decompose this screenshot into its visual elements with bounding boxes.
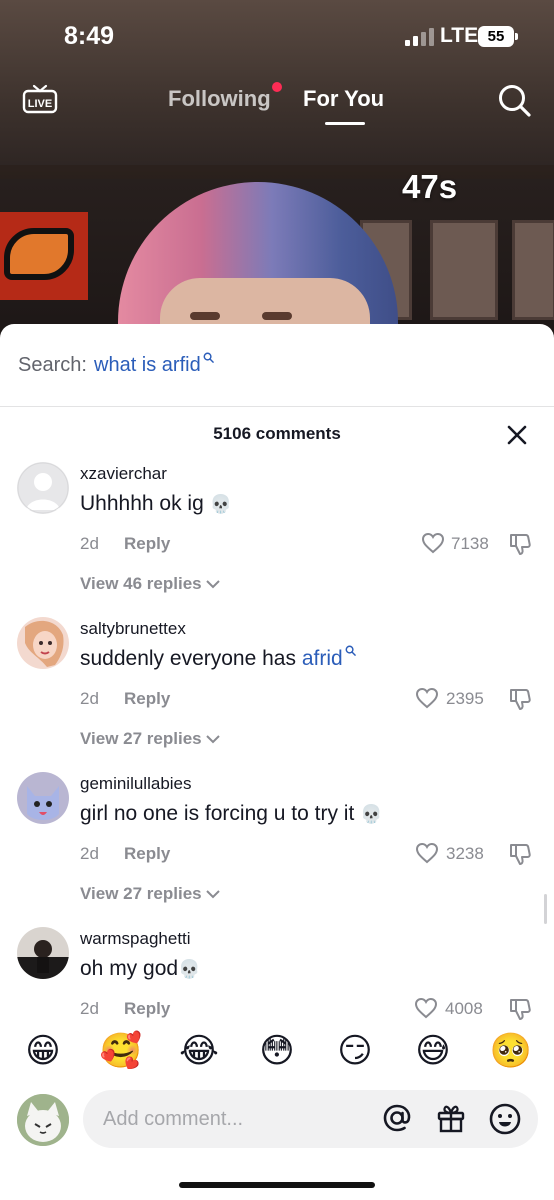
skull-emoji: 💀 xyxy=(209,493,233,514)
scrollbar[interactable] xyxy=(544,894,547,924)
status-time: 8:49 xyxy=(64,22,115,50)
comment-text: oh my god💀 xyxy=(80,957,201,980)
heart-outline-icon[interactable] xyxy=(415,842,439,864)
comment-text: girl no one is forcing u to try it 💀 xyxy=(80,802,383,825)
active-tab-indicator xyxy=(325,122,365,125)
quick-emoji-smirk[interactable]: 😏 xyxy=(332,1022,378,1082)
smiley-icon[interactable] xyxy=(488,1102,522,1136)
reply-button[interactable]: Reply xyxy=(124,689,170,709)
heart-outline-icon[interactable] xyxy=(421,532,445,554)
chevron-down-icon xyxy=(205,580,220,589)
thumbs-down-icon[interactable] xyxy=(508,532,532,556)
close-icon[interactable] xyxy=(504,422,530,448)
video-person-eye xyxy=(190,312,220,320)
notification-dot xyxy=(272,82,282,92)
search-icon xyxy=(203,352,214,363)
comment-item: saltybrunettex suddenly everyone has afr… xyxy=(0,617,554,767)
search-icon xyxy=(345,645,356,656)
quick-emoji-flushed[interactable]: 😳 xyxy=(254,1022,300,1082)
search-query-text: what is arfid xyxy=(94,354,201,376)
video-poster xyxy=(0,212,88,300)
skull-emoji: 💀 xyxy=(178,958,201,979)
live-label: LIVE xyxy=(28,98,52,110)
search-prefix: Search: xyxy=(18,354,87,376)
comments-count: 5106 comments xyxy=(213,424,341,443)
comment-age: 2d xyxy=(80,689,99,708)
comment-age: 2d xyxy=(80,999,99,1018)
reply-button[interactable]: Reply xyxy=(124,534,170,554)
comment-username[interactable]: warmspaghetti xyxy=(80,929,191,949)
heart-outline-icon[interactable] xyxy=(414,997,438,1019)
heart-outline-icon[interactable] xyxy=(415,687,439,709)
quick-emoji-bar: 😁 🥰 😂 😳 😏 😅 🥺 xyxy=(0,1022,554,1082)
comment-input[interactable]: Add comment... xyxy=(83,1090,538,1148)
search-icon[interactable] xyxy=(496,82,532,118)
signal-icon xyxy=(405,28,434,46)
thumbs-down-icon[interactable] xyxy=(508,842,532,866)
comment-item: xzavierchar Uhhhhh ok ig 💀 2d Reply 7138… xyxy=(0,462,554,612)
network-label: LTE xyxy=(440,24,479,47)
quick-emoji-sweat-smile[interactable]: 😅 xyxy=(410,1022,456,1082)
view-replies-button[interactable]: View 27 replies xyxy=(80,729,220,749)
skull-emoji: 💀 xyxy=(360,803,383,824)
like-count: 7138 xyxy=(451,534,489,553)
related-search-link[interactable]: afrid xyxy=(302,645,356,670)
tab-following[interactable]: Following xyxy=(168,86,271,112)
reply-button[interactable]: Reply xyxy=(124,999,170,1019)
top-nav: LIVE Following For You xyxy=(0,72,554,132)
comment-text: Uhhhhh ok ig 💀 xyxy=(80,492,233,515)
gift-icon[interactable] xyxy=(435,1102,467,1134)
related-search-link[interactable]: what is arfid xyxy=(94,352,214,377)
comment-item: geminilullabies girl no one is forcing u… xyxy=(0,772,554,922)
status-bar: 8:49 LTE 55 xyxy=(0,0,554,70)
comment-age: 2d xyxy=(80,844,99,863)
comment-age: 2d xyxy=(80,534,99,553)
comment-username[interactable]: xzavierchar xyxy=(80,464,167,484)
like-count: 3238 xyxy=(446,844,484,863)
view-replies-button[interactable]: View 27 replies xyxy=(80,884,220,904)
thumbs-down-icon[interactable] xyxy=(508,997,532,1021)
related-search-row[interactable]: Search: what is arfid xyxy=(0,324,554,407)
like-count: 2395 xyxy=(446,689,484,708)
avatar[interactable] xyxy=(17,927,69,979)
reply-button[interactable]: Reply xyxy=(124,844,170,864)
comment-username[interactable]: saltybrunettex xyxy=(80,619,186,639)
avatar[interactable] xyxy=(17,772,69,824)
quick-emoji-tears-of-joy[interactable]: 😂 xyxy=(176,1022,222,1082)
quick-emoji-grin[interactable]: 😁 xyxy=(20,1022,66,1082)
tab-for-you[interactable]: For You xyxy=(303,86,384,112)
battery-icon: 55 xyxy=(478,26,518,47)
thumbs-down-icon[interactable] xyxy=(508,687,532,711)
view-replies-button[interactable]: View 46 replies xyxy=(80,574,220,594)
chevron-down-icon xyxy=(205,735,220,744)
home-indicator[interactable] xyxy=(179,1182,375,1188)
quick-emoji-pleading[interactable]: 🥺 xyxy=(488,1022,534,1082)
video-duration-badge: 47s xyxy=(402,168,458,205)
quick-emoji-hearts[interactable]: 🥰 xyxy=(98,1022,144,1082)
comment-text: suddenly everyone has afrid xyxy=(80,645,356,671)
like-count: 4008 xyxy=(445,999,483,1018)
video-shelf xyxy=(0,165,554,179)
avatar[interactable] xyxy=(17,1094,69,1146)
video-person-eye xyxy=(262,312,292,320)
comment-username[interactable]: geminilullabies xyxy=(80,774,192,794)
comment-input-placeholder: Add comment... xyxy=(103,1108,244,1130)
at-icon[interactable] xyxy=(381,1102,413,1134)
live-tv-icon[interactable]: LIVE xyxy=(22,84,58,114)
chevron-down-icon xyxy=(205,890,220,899)
avatar[interactable] xyxy=(17,617,69,669)
avatar[interactable] xyxy=(17,462,69,514)
